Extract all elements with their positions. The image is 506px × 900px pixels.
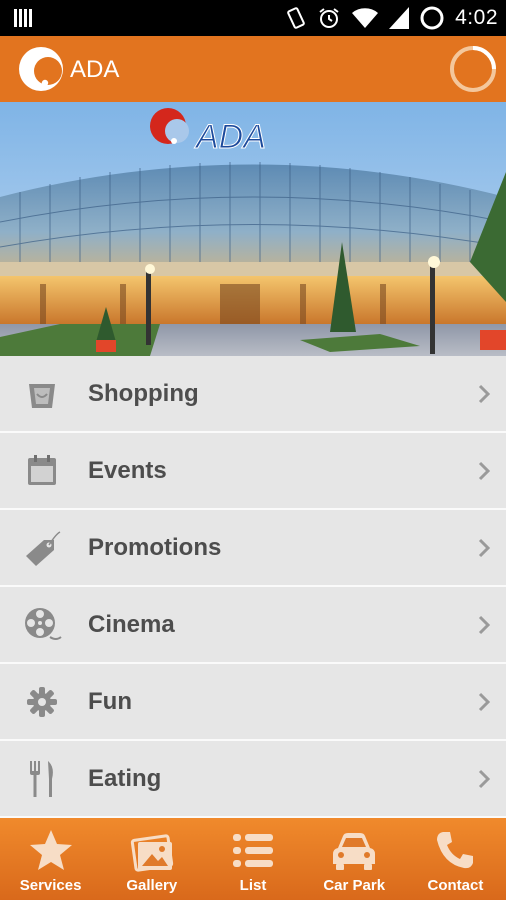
- phone-icon: [437, 832, 474, 869]
- menu-item-fun[interactable]: Fun: [0, 664, 506, 741]
- chevron-right-icon: [478, 692, 491, 712]
- loading-spinner-icon: [450, 46, 496, 92]
- battery-circle-icon: [420, 6, 444, 30]
- gear-icon: [27, 687, 57, 717]
- chevron-right-icon: [478, 769, 491, 789]
- wifi-icon: [352, 8, 379, 28]
- tab-label: Contact: [427, 877, 484, 894]
- bottom-tab-bar: Services Gallery List Car Park Contact: [0, 818, 506, 900]
- menu-item-label: Cinema: [88, 611, 175, 638]
- hero-mall-image: ADA: [0, 102, 506, 356]
- menu-item-shopping[interactable]: Shopping: [0, 356, 506, 433]
- menu-item-label: Eating: [88, 765, 162, 792]
- app-bar: ADA: [0, 36, 506, 102]
- status-bar: 4:02: [0, 0, 506, 36]
- tab-services[interactable]: Services: [0, 818, 101, 900]
- menu-item-eating[interactable]: Eating: [0, 741, 506, 818]
- tag-icon: [26, 531, 61, 566]
- notification-bars-icon: [14, 9, 32, 27]
- chevron-right-icon: [478, 461, 491, 481]
- status-time: 4:02: [455, 6, 498, 29]
- tab-label: Car Park: [323, 877, 386, 894]
- menu-item-events[interactable]: Events: [0, 433, 506, 510]
- menu-item-label: Promotions: [88, 534, 222, 561]
- tab-gallery[interactable]: Gallery: [101, 818, 202, 900]
- app-title: ADA: [70, 56, 120, 83]
- car-icon: [333, 833, 376, 870]
- signal-icon: [389, 7, 410, 29]
- tab-contact[interactable]: Contact: [405, 818, 506, 900]
- star-icon: [29, 830, 72, 870]
- main-menu-list: Shopping Events Promotions Cinema Fun Ea…: [0, 356, 506, 818]
- tab-label: Services: [19, 877, 82, 894]
- tab-list[interactable]: List: [202, 818, 303, 900]
- chevron-right-icon: [478, 538, 491, 558]
- fork-knife-icon: [30, 761, 53, 797]
- film-reel-icon: [25, 608, 62, 640]
- tab-label: Gallery: [126, 877, 178, 894]
- hero-sign-text: ADA: [194, 118, 266, 156]
- vibrate-icon: [287, 7, 305, 29]
- tab-label: List: [239, 877, 267, 894]
- gallery-icon: [130, 834, 173, 872]
- chevron-right-icon: [478, 384, 491, 404]
- tab-car-park[interactable]: Car Park: [304, 818, 405, 900]
- menu-item-label: Events: [88, 457, 167, 484]
- shopping-bag-icon: [29, 384, 55, 408]
- ada-logo-icon[interactable]: [18, 46, 64, 92]
- list-icon: [233, 834, 273, 867]
- menu-item-promotions[interactable]: Promotions: [0, 510, 506, 587]
- alarm-icon: [319, 8, 339, 28]
- menu-item-label: Shopping: [88, 380, 199, 407]
- calendar-icon: [28, 455, 56, 485]
- menu-item-label: Fun: [88, 688, 132, 715]
- menu-item-cinema[interactable]: Cinema: [0, 587, 506, 664]
- chevron-right-icon: [478, 615, 491, 635]
